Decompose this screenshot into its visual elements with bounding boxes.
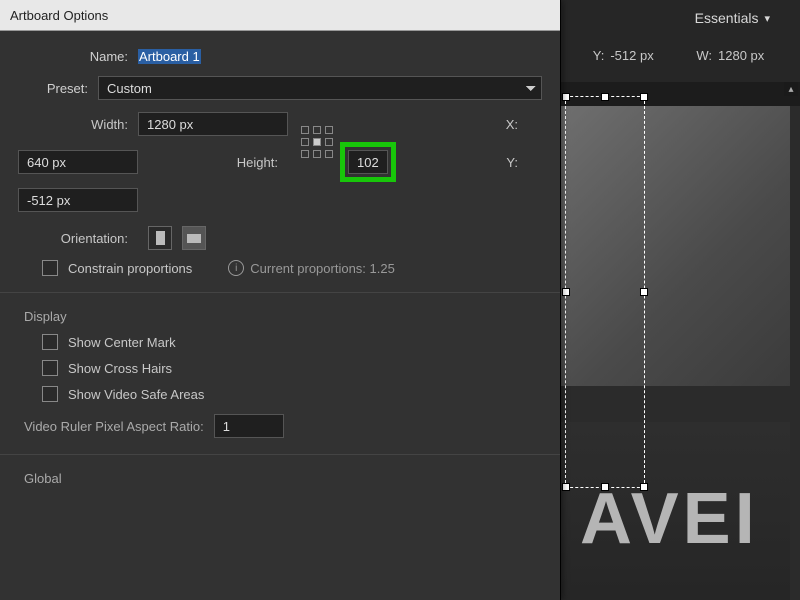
orientation-label: Orientation: <box>18 231 138 246</box>
name-input-value: Artboard 1 <box>138 49 201 64</box>
name-input[interactable]: Artboard 1 <box>138 49 542 64</box>
proportions-info: i Current proportions: 1.25 <box>228 260 395 276</box>
orientation-row: Orientation: <box>18 226 542 250</box>
y-input[interactable] <box>18 188 138 212</box>
chevron-down-icon: ▾ <box>764 12 770 25</box>
coordinate-bar: Y: -512 px W: 1280 px <box>575 40 800 70</box>
dialog-body: Name: Artboard 1 Preset: Custom Width: X… <box>0 31 560 486</box>
name-row: Name: Artboard 1 <box>18 49 542 64</box>
x-label: X: <box>388 117 528 132</box>
preset-label: Preset: <box>18 81 98 96</box>
artboard-options-dialog: Artboard Options Name: Artboard 1 Preset… <box>0 0 561 600</box>
handle-mid-right[interactable] <box>640 288 648 296</box>
y-label: Y: <box>593 48 605 63</box>
ruler-label: Video Ruler Pixel Aspect Ratio: <box>24 419 214 434</box>
orientation-landscape-button[interactable] <box>182 226 206 250</box>
portrait-icon <box>156 231 165 245</box>
name-label: Name: <box>18 49 138 64</box>
show-center-checkbox[interactable] <box>42 334 58 350</box>
show-center-label: Show Center Mark <box>68 335 176 350</box>
handle-bottom-right[interactable] <box>640 483 648 491</box>
app-root: Essentials ▾ Y: -512 px W: 1280 px AVEI … <box>0 0 800 600</box>
width-label: Width: <box>18 117 138 132</box>
y-value[interactable]: -512 px <box>610 48 672 63</box>
show-center-row: Show Center Mark <box>42 334 542 350</box>
show-safe-checkbox[interactable] <box>42 386 58 402</box>
proportions-label: Current proportions: 1.25 <box>250 261 395 276</box>
w-value[interactable]: 1280 px <box>718 48 780 63</box>
preset-row: Preset: Custom <box>18 76 542 100</box>
preset-select[interactable]: Custom <box>98 76 542 100</box>
display-section-title: Display <box>24 309 542 324</box>
dimensions-grid: Width: X: Height: Y: <box>18 112 542 212</box>
x-input[interactable] <box>18 150 138 174</box>
handle-top-mid[interactable] <box>601 93 609 101</box>
y-label-2: Y: <box>388 155 528 170</box>
constrain-label: Constrain proportions <box>68 261 192 276</box>
handle-mid-left[interactable] <box>562 288 570 296</box>
w-label: W: <box>696 48 712 63</box>
show-safe-label: Show Video Safe Areas <box>68 387 204 402</box>
separator-1 <box>0 292 560 293</box>
global-section-title: Global <box>24 471 542 486</box>
separator-2 <box>0 454 560 455</box>
workspace-label: Essentials <box>695 10 759 26</box>
landscape-icon <box>187 234 201 243</box>
height-highlight <box>348 150 388 174</box>
dialog-titlebar[interactable]: Artboard Options <box>0 0 560 31</box>
handle-top-left[interactable] <box>562 93 570 101</box>
constrain-row: Constrain proportions i Current proporti… <box>42 260 542 276</box>
ruler-row: Video Ruler Pixel Aspect Ratio: <box>24 414 542 438</box>
constrain-checkbox[interactable] <box>42 260 58 276</box>
show-safe-row: Show Video Safe Areas <box>42 386 542 402</box>
orientation-portrait-button[interactable] <box>148 226 172 250</box>
show-cross-row: Show Cross Hairs <box>42 360 542 376</box>
workspace-switcher[interactable]: Essentials ▾ <box>695 10 770 26</box>
height-input[interactable] <box>348 150 388 174</box>
height-label: Height: <box>138 155 288 170</box>
handle-top-right[interactable] <box>640 93 648 101</box>
dialog-title: Artboard Options <box>10 8 108 23</box>
handle-bottom-left[interactable] <box>562 483 570 491</box>
show-cross-checkbox[interactable] <box>42 360 58 376</box>
handle-bottom-mid[interactable] <box>601 483 609 491</box>
top-bar: Essentials ▾ <box>695 0 800 36</box>
selection-marquee[interactable] <box>565 96 645 488</box>
show-cross-label: Show Cross Hairs <box>68 361 172 376</box>
scroll-up-icon[interactable]: ▴ <box>784 82 798 96</box>
reference-point-icon[interactable] <box>301 126 335 160</box>
width-input[interactable] <box>138 112 288 136</box>
info-icon: i <box>228 260 244 276</box>
ruler-input[interactable] <box>214 414 284 438</box>
